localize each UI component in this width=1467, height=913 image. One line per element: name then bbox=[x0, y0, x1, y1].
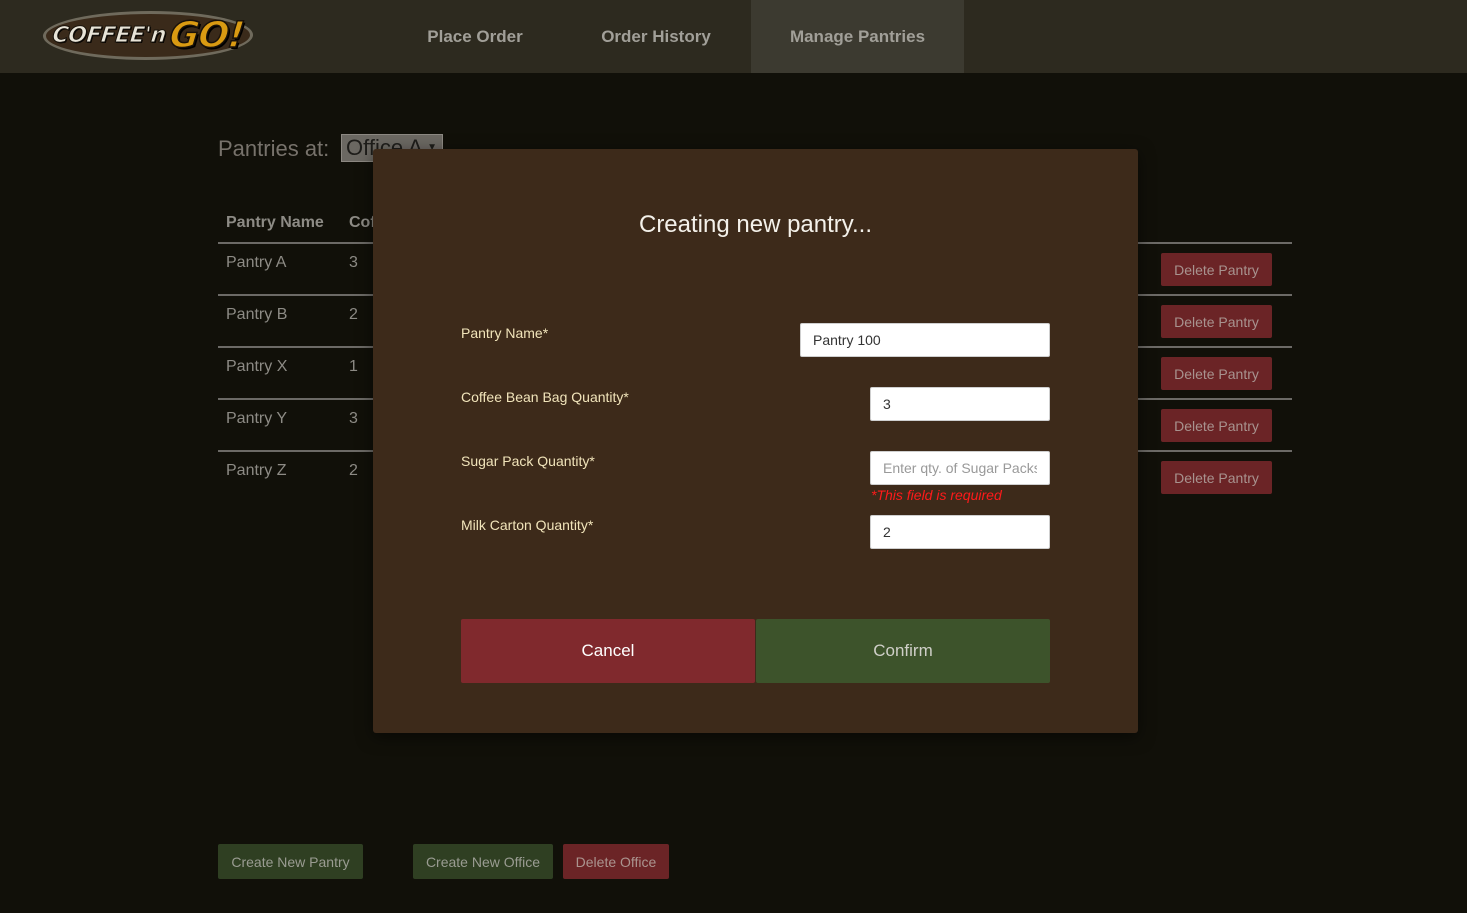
required-marker: * bbox=[589, 453, 595, 469]
create-new-office-button[interactable]: Create New Office bbox=[413, 844, 553, 879]
table-row-name: Pantry Y bbox=[226, 410, 288, 427]
delete-pantry-button[interactable]: Delete Pantry bbox=[1161, 305, 1272, 338]
table-row-coffee: 1 bbox=[349, 358, 358, 375]
sugar-qty-label-text: Sugar Pack Quantity bbox=[461, 453, 590, 469]
app-logo[interactable]: COFFEE'n GO! bbox=[40, 11, 256, 60]
table-row-name: Pantry A bbox=[226, 254, 287, 271]
nav-place-order[interactable]: Place Order bbox=[399, 0, 551, 73]
delete-pantry-button[interactable]: Delete Pantry bbox=[1161, 409, 1272, 442]
modal-title: Creating new pantry... bbox=[638, 211, 872, 238]
pantry-name-label-text: Pantry Name bbox=[461, 325, 543, 341]
table-row-name: Pantry B bbox=[226, 306, 288, 323]
sugar-qty-label: Sugar Pack Quantity* bbox=[461, 453, 595, 469]
table-row-coffee: 3 bbox=[349, 254, 358, 271]
required-marker: * bbox=[542, 325, 549, 341]
delete-pantry-button[interactable]: Delete Pantry bbox=[1161, 461, 1272, 494]
table-row-coffee: 3 bbox=[349, 410, 358, 427]
top-navbar: COFFEE'n GO! Place Order Order History M… bbox=[0, 0, 1467, 73]
cancel-button[interactable]: Cancel bbox=[461, 619, 755, 683]
coffee-qty-label-text: Coffee Bean Bag Quantity bbox=[461, 389, 624, 405]
nav-order-history[interactable]: Order History bbox=[561, 0, 751, 73]
delete-office-button[interactable]: Delete Office bbox=[563, 844, 669, 879]
table-row-name: Pantry Z bbox=[226, 462, 287, 479]
office-label: Pantries at: bbox=[218, 136, 330, 161]
create-new-pantry-button[interactable]: Create New Pantry bbox=[218, 844, 363, 879]
confirm-button[interactable]: Confirm bbox=[756, 619, 1050, 683]
sugar-qty-error: *This field is required bbox=[871, 487, 1002, 503]
delete-pantry-button[interactable]: Delete Pantry bbox=[1161, 357, 1272, 390]
milk-qty-label: Milk Carton Quantity* bbox=[461, 517, 593, 533]
coffee-qty-label: Coffee Bean Bag Quantity* bbox=[461, 389, 629, 405]
required-marker: * bbox=[623, 389, 629, 405]
sugar-qty-input[interactable] bbox=[870, 451, 1050, 485]
pantry-name-label: Pantry Name* bbox=[461, 325, 548, 341]
milk-qty-input[interactable] bbox=[870, 515, 1050, 549]
nav-manage-pantries[interactable]: Manage Pantries bbox=[751, 0, 964, 73]
create-pantry-modal: Creating new pantry... Pantry Name* Coff… bbox=[373, 149, 1138, 733]
logo-text: COFFEE'n bbox=[51, 23, 168, 49]
milk-qty-label-text: Milk Carton Quantity bbox=[461, 517, 588, 533]
table-row-coffee: 2 bbox=[349, 462, 358, 479]
table-row-name: Pantry X bbox=[226, 358, 288, 375]
coffee-qty-input[interactable] bbox=[870, 387, 1050, 421]
column-header-pantry-name: Pantry Name bbox=[226, 214, 324, 231]
required-marker: * bbox=[587, 517, 594, 533]
logo-go-text: GO! bbox=[167, 14, 246, 57]
pantry-name-input[interactable] bbox=[800, 323, 1050, 357]
table-row-coffee: 2 bbox=[349, 306, 358, 323]
delete-pantry-button[interactable]: Delete Pantry bbox=[1161, 253, 1272, 286]
